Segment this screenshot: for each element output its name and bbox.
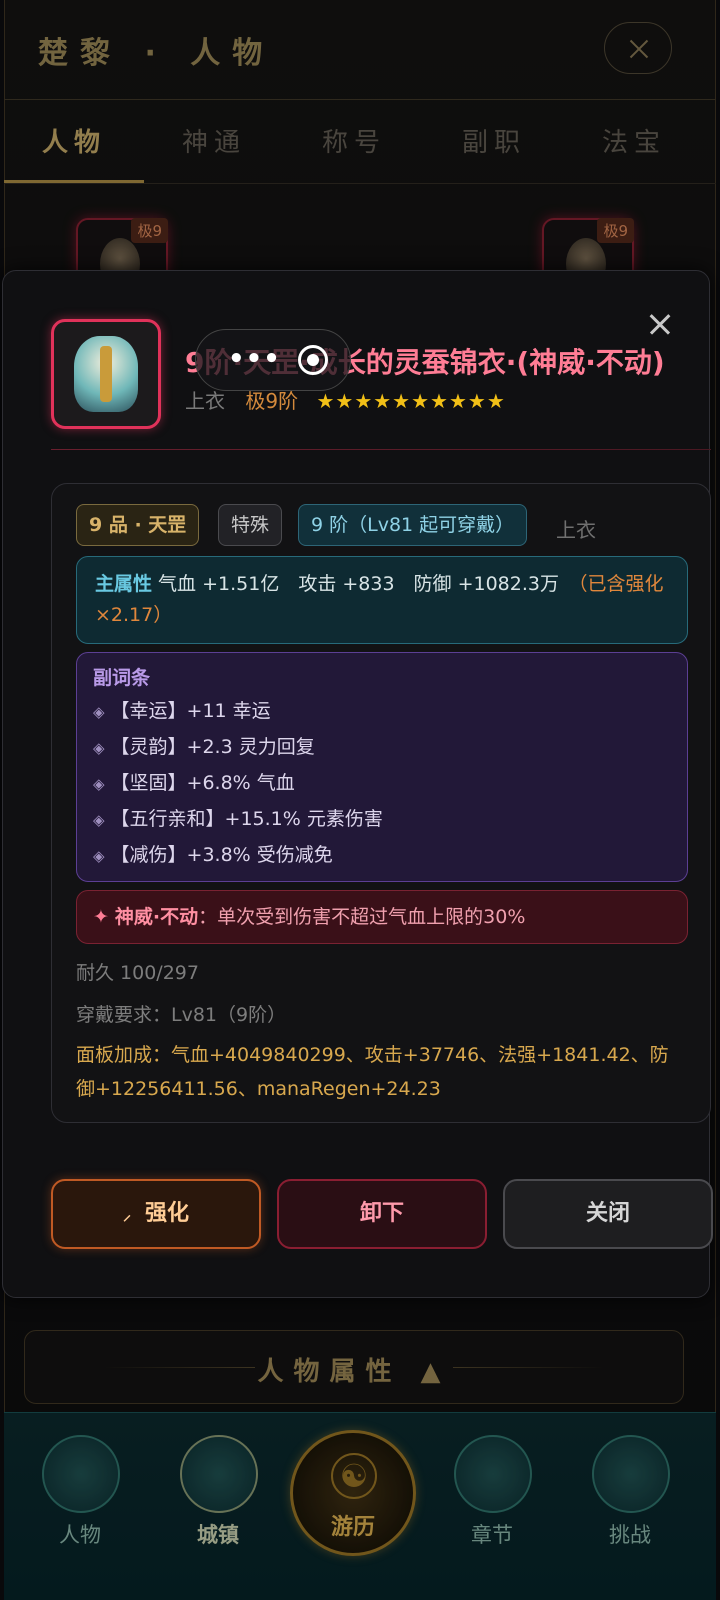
sub-attribute-row: ◈ 【减伤】+3.8% 受伤减免 [93, 838, 671, 874]
sub-attribute-text: 【幸运】+11 幸运 [110, 700, 271, 722]
sparkle-icon: ✦ [93, 906, 109, 928]
diamond-icon: ◈ [93, 811, 105, 829]
more-icon: ••• [228, 344, 281, 374]
record-icon [298, 345, 328, 375]
sub-attribute-text: 【灵韵】+2.3 灵力回复 [110, 736, 315, 758]
item-slot: 上衣 [185, 389, 225, 413]
special-skill-box: ✦ 神威·不动：单次受到伤害不超过气血上限的30% [76, 890, 688, 944]
item-details-card: 9 品 · 天罡 特殊 9 阶（Lv81 起可穿戴） 上衣 主属性 气血 +1.… [51, 483, 711, 1123]
diamond-icon: ◈ [93, 703, 105, 721]
main-attribute-values: 气血 +1.51亿 攻击 +833 防御 +1082.3万 [152, 573, 578, 595]
hammer-icon: ⸝ [122, 1205, 131, 1224]
sub-attribute-row: ◈ 【灵韵】+2.3 灵力回复 [93, 730, 671, 766]
main-attribute-label: 主属性 [95, 573, 153, 595]
diamond-icon: ◈ [93, 739, 105, 757]
durability: 耐久 100/297 [76, 962, 199, 984]
main-attribute-box: 主属性 气血 +1.51亿 攻击 +833 防御 +1082.3万 （已含强化 … [76, 556, 688, 644]
grade-chip: 9 品 · 天罡 [76, 504, 200, 546]
strengthen-button[interactable]: ⸝ 强化 [51, 1179, 261, 1249]
panel-bonus: 面板加成：气血+4049840299、攻击+37746、法强+1841.42、防… [76, 1044, 669, 1100]
sub-attribute-row: ◈ 【五行亲和】+15.1% 元素伤害 [93, 802, 671, 838]
unequip-button[interactable]: 卸下 [277, 1179, 487, 1249]
sub-attribute-row: ◈ 【幸运】+11 幸运 [93, 694, 671, 730]
sub-attribute-text: 【坚固】+6.8% 气血 [110, 772, 295, 794]
screen-record-pill[interactable]: ••• [195, 329, 351, 391]
requirement-chip: 9 阶（Lv81 起可穿戴） [298, 504, 528, 546]
sub-attribute-title: 副词条 [93, 667, 151, 689]
diamond-icon: ◈ [93, 775, 105, 793]
diamond-icon: ◈ [93, 847, 105, 865]
slot-label: 上衣 [556, 518, 596, 542]
robe-icon [74, 336, 138, 412]
item-tier: 极9阶 [245, 389, 299, 413]
star-rating: ★★★★★★★★★★ [316, 389, 506, 413]
sub-attribute-row: ◈ 【坚固】+6.8% 气血 [93, 766, 671, 802]
sub-attribute-box: 副词条 ◈ 【幸运】+11 幸运 ◈ 【灵韵】+2.3 灵力回复 ◈ 【坚固】+6.8… [76, 652, 688, 882]
strengthen-label: 强化 [145, 1201, 190, 1226]
sub-attribute-text: 【五行亲和】+15.1% 元素伤害 [110, 808, 383, 830]
skill-name: 神威·不动 [114, 906, 199, 928]
divider [51, 449, 711, 450]
item-detail-modal: 9阶·天罡·成长的灵蚕锦衣·(神威·不动) 上衣 极9阶 ★★★★★★★★★★ … [2, 270, 713, 1298]
skill-description: ：单次受到伤害不超过气血上限的30% [198, 906, 526, 928]
wear-requirement: 穿戴要求：Lv81（9阶） [76, 1004, 287, 1026]
modal-close-icon[interactable] [645, 309, 675, 339]
sub-attribute-text: 【减伤】+3.8% 受伤减免 [110, 844, 333, 866]
close-button[interactable]: 关闭 [503, 1179, 713, 1249]
special-chip: 特殊 [218, 504, 283, 546]
item-icon [51, 319, 161, 429]
